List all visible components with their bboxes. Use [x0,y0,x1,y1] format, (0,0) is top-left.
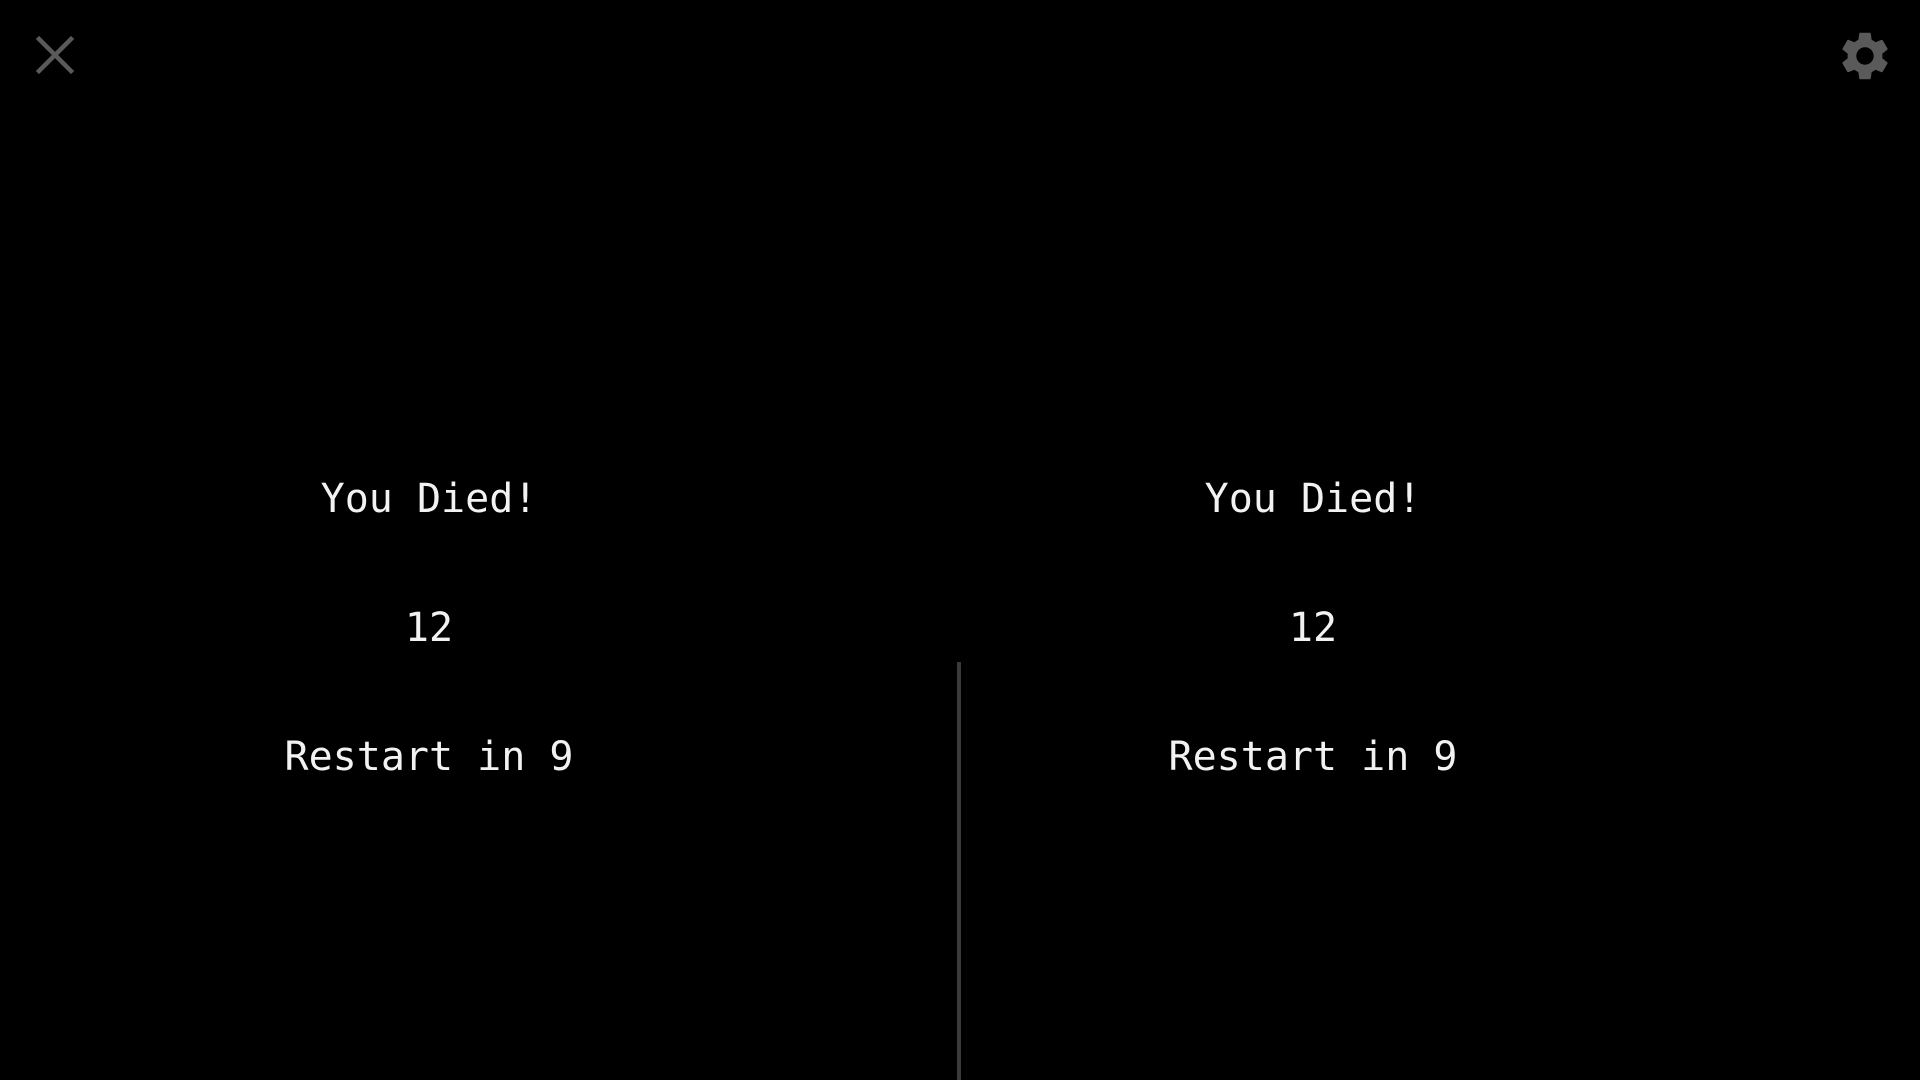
eye-divider [957,662,961,1080]
left-eye-view: You Died! 12 Restart in 9 [0,0,960,1080]
game-over-message: You Died! 12 Restart in 9 [229,392,629,865]
close-icon [35,35,75,75]
game-over-message: You Died! 12 Restart in 9 [1113,392,1513,865]
restart-countdown: Restart in 9 [1168,734,1458,780]
final-score: 12 [404,605,454,651]
vr-viewer: You Died! 12 Restart in 9 You Died! 12 R… [0,0,1920,1080]
right-eye-view: You Died! 12 Restart in 9 [960,0,1920,1080]
settings-button[interactable] [1836,27,1894,85]
close-button[interactable] [30,30,80,80]
final-score: 12 [1288,605,1338,651]
you-died-title: You Died! [1204,476,1422,522]
gear-icon [1842,32,1888,80]
you-died-title: You Died! [320,476,538,522]
restart-countdown: Restart in 9 [284,734,574,780]
